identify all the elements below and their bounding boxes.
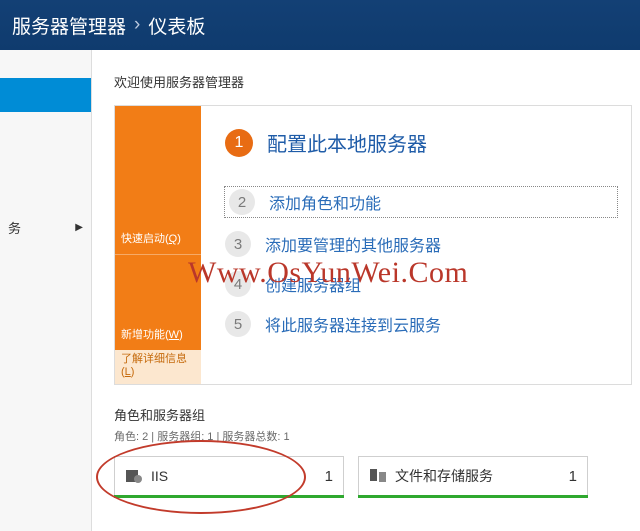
- tile-label: IIS: [151, 468, 168, 484]
- whats-new-label: 新增功能(W): [121, 326, 183, 342]
- welcome-left-column: 快速启动(Q) 新增功能(W) 了解详细信息(L): [115, 106, 201, 384]
- step-label: 将此服务器连接到云服务: [265, 312, 441, 336]
- step-label: 配置此本地服务器: [267, 128, 427, 157]
- step-number: 5: [225, 311, 251, 337]
- step-add-roles[interactable]: 2 添加角色和功能: [225, 187, 617, 217]
- role-tiles: IIS 1 文件和存储服务 1: [114, 456, 632, 498]
- sidebar-item-services[interactable]: 务 ▶: [0, 210, 91, 245]
- step-connect-cloud[interactable]: 5 将此服务器连接到云服务: [225, 311, 617, 337]
- tile-file-storage[interactable]: 文件和存储服务 1: [358, 456, 588, 498]
- step-create-group[interactable]: 4 创建服务器组: [225, 271, 617, 297]
- step-label: 添加要管理的其他服务器: [265, 232, 441, 256]
- step-number: 4: [225, 271, 251, 297]
- quick-start-label: 快速启动(Q): [121, 230, 181, 246]
- sidebar-item-label: 务: [8, 218, 21, 237]
- tile-count: 1: [325, 468, 333, 485]
- step-label: 添加角色和功能: [269, 190, 381, 214]
- step-number: 1: [225, 129, 253, 157]
- iis-icon: [125, 467, 143, 485]
- welcome-steps: 1 配置此本地服务器 2 添加角色和功能 3 添加要管理的其他服务器 4 创建服…: [201, 106, 631, 384]
- tile-label: 文件和存储服务: [395, 466, 493, 486]
- main-content: 欢迎使用服务器管理器 快速启动(Q) 新增功能(W) 了解详细信息(L) 1 配…: [92, 50, 640, 531]
- step-number: 2: [229, 189, 255, 215]
- groups-subheading: 角色: 2 | 服务器组: 1 | 服务器总数: 1: [114, 428, 632, 444]
- tile-count: 1: [569, 468, 577, 485]
- welcome-panel: 快速启动(Q) 新增功能(W) 了解详细信息(L) 1 配置此本地服务器 2 添…: [114, 105, 632, 385]
- chevron-right-icon: ▶: [75, 222, 83, 233]
- tile-status-bar: [358, 495, 588, 498]
- quick-start-section[interactable]: 快速启动(Q): [115, 106, 201, 254]
- groups-heading: 角色和服务器组: [114, 405, 632, 424]
- step-number: 3: [225, 231, 251, 257]
- tile-status-bar: [114, 495, 344, 498]
- app-title: 服务器管理器: [12, 12, 126, 39]
- breadcrumb-separator: ›: [134, 14, 140, 36]
- sidebar-active-indicator: [0, 78, 91, 112]
- step-configure-local[interactable]: 1 配置此本地服务器: [225, 128, 617, 157]
- learn-more-section[interactable]: 了解详细信息(L): [115, 350, 201, 384]
- welcome-heading: 欢迎使用服务器管理器: [114, 72, 632, 91]
- storage-icon: [369, 467, 387, 485]
- header-bar: 服务器管理器 › 仪表板: [0, 0, 640, 50]
- learn-more-label: 了解详细信息(L): [121, 350, 195, 378]
- step-label: 创建服务器组: [265, 272, 361, 296]
- step-add-servers[interactable]: 3 添加要管理的其他服务器: [225, 231, 617, 257]
- whats-new-section[interactable]: 新增功能(W): [115, 254, 201, 350]
- sidebar: 务 ▶: [0, 50, 92, 531]
- page-title: 仪表板: [148, 12, 205, 39]
- tile-iis[interactable]: IIS 1: [114, 456, 344, 498]
